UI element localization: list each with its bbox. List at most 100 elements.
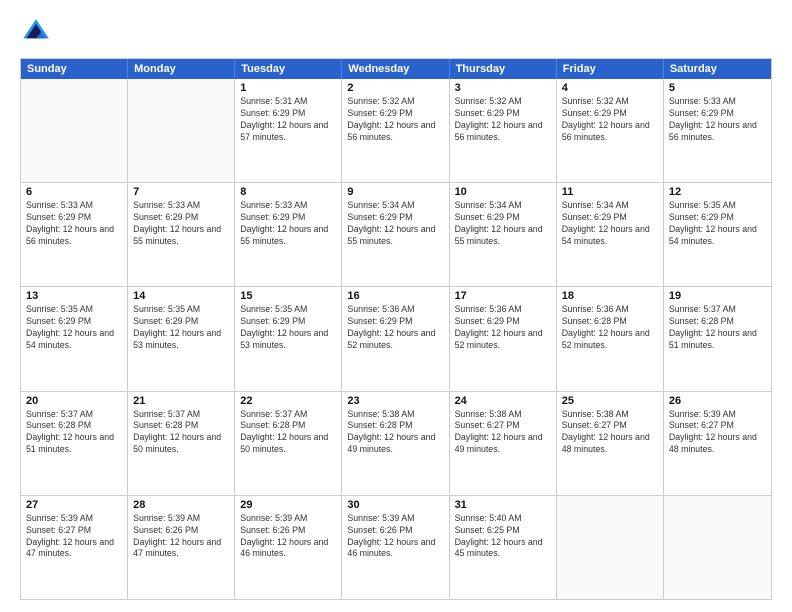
calendar-cell: 24 Sunrise: 5:38 AMSunset: 6:27 PMDayligh… xyxy=(450,392,557,495)
page: SundayMondayTuesdayWednesdayThursdayFrid… xyxy=(0,0,792,612)
cell-info: Sunrise: 5:37 AMSunset: 6:28 PMDaylight:… xyxy=(26,409,122,457)
cell-info: Sunrise: 5:32 AMSunset: 6:29 PMDaylight:… xyxy=(347,96,443,144)
day-number: 31 xyxy=(455,499,551,511)
calendar-cell: 17 Sunrise: 5:36 AMSunset: 6:29 PMDayligh… xyxy=(450,287,557,390)
cell-info: Sunrise: 5:33 AMSunset: 6:29 PMDaylight:… xyxy=(240,200,336,248)
cell-info: Sunrise: 5:31 AMSunset: 6:29 PMDaylight:… xyxy=(240,96,336,144)
day-number: 12 xyxy=(669,186,766,198)
calendar-cell: 10 Sunrise: 5:34 AMSunset: 6:29 PMDayligh… xyxy=(450,183,557,286)
day-number: 29 xyxy=(240,499,336,511)
cell-info: Sunrise: 5:36 AMSunset: 6:29 PMDaylight:… xyxy=(347,304,443,352)
cell-info: Sunrise: 5:34 AMSunset: 6:29 PMDaylight:… xyxy=(562,200,658,248)
header-day-monday: Monday xyxy=(128,59,235,79)
cell-info: Sunrise: 5:36 AMSunset: 6:29 PMDaylight:… xyxy=(455,304,551,352)
header-day-tuesday: Tuesday xyxy=(235,59,342,79)
calendar-cell: 4 Sunrise: 5:32 AMSunset: 6:29 PMDaylight… xyxy=(557,79,664,182)
calendar-cell: 27 Sunrise: 5:39 AMSunset: 6:27 PMDayligh… xyxy=(21,496,128,599)
cell-info: Sunrise: 5:37 AMSunset: 6:28 PMDaylight:… xyxy=(669,304,766,352)
calendar-cell: 22 Sunrise: 5:37 AMSunset: 6:28 PMDayligh… xyxy=(235,392,342,495)
cell-info: Sunrise: 5:39 AMSunset: 6:26 PMDaylight:… xyxy=(347,513,443,561)
day-number: 27 xyxy=(26,499,122,511)
calendar-cell: 29 Sunrise: 5:39 AMSunset: 6:26 PMDayligh… xyxy=(235,496,342,599)
day-number: 14 xyxy=(133,290,229,302)
cell-info: Sunrise: 5:37 AMSunset: 6:28 PMDaylight:… xyxy=(240,409,336,457)
day-number: 20 xyxy=(26,395,122,407)
calendar-cell: 13 Sunrise: 5:35 AMSunset: 6:29 PMDayligh… xyxy=(21,287,128,390)
day-number: 4 xyxy=(562,82,658,94)
calendar: SundayMondayTuesdayWednesdayThursdayFrid… xyxy=(20,58,772,600)
day-number: 24 xyxy=(455,395,551,407)
day-number: 18 xyxy=(562,290,658,302)
calendar-cell: 1 Sunrise: 5:31 AMSunset: 6:29 PMDaylight… xyxy=(235,79,342,182)
calendar-cell: 3Sunrise: 5:32 AMSunset: 6:29 PMDaylight… xyxy=(450,79,557,182)
calendar-cell xyxy=(21,79,128,182)
cell-info: Sunrise: 5:33 AMSunset: 6:29 PMDaylight:… xyxy=(133,200,229,248)
calendar-cell: 12 Sunrise: 5:35 AMSunset: 6:29 PMDayligh… xyxy=(664,183,771,286)
header-day-wednesday: Wednesday xyxy=(342,59,449,79)
calendar-row-3: 20 Sunrise: 5:37 AMSunset: 6:28 PMDayligh… xyxy=(21,391,771,495)
cell-info: Sunrise: 5:38 AMSunset: 6:28 PMDaylight:… xyxy=(347,409,443,457)
cell-info: Sunrise: 5:34 AMSunset: 6:29 PMDaylight:… xyxy=(347,200,443,248)
day-number: 1 xyxy=(240,82,336,94)
cell-info: Sunrise: 5:38 AMSunset: 6:27 PMDaylight:… xyxy=(455,409,551,457)
day-number: 23 xyxy=(347,395,443,407)
cell-info: Sunrise: 5:39 AMSunset: 6:26 PMDaylight:… xyxy=(240,513,336,561)
day-number: 21 xyxy=(133,395,229,407)
header xyxy=(20,16,772,48)
calendar-header: SundayMondayTuesdayWednesdayThursdayFrid… xyxy=(21,59,771,79)
calendar-cell: 30 Sunrise: 5:39 AMSunset: 6:26 PMDayligh… xyxy=(342,496,449,599)
cell-info: Sunrise: 5:33 AMSunset: 6:29 PMDaylight:… xyxy=(669,96,766,144)
calendar-cell xyxy=(128,79,235,182)
cell-info: Sunrise: 5:35 AMSunset: 6:29 PMDaylight:… xyxy=(133,304,229,352)
calendar-cell: 15Sunrise: 5:35 AMSunset: 6:29 PMDayligh… xyxy=(235,287,342,390)
calendar-cell: 8 Sunrise: 5:33 AMSunset: 6:29 PMDaylight… xyxy=(235,183,342,286)
calendar-row-1: 6 Sunrise: 5:33 AMSunset: 6:29 PMDaylight… xyxy=(21,182,771,286)
day-number: 11 xyxy=(562,186,658,198)
day-number: 25 xyxy=(562,395,658,407)
calendar-cell: 26Sunrise: 5:39 AMSunset: 6:27 PMDayligh… xyxy=(664,392,771,495)
calendar-cell: 16 Sunrise: 5:36 AMSunset: 6:29 PMDayligh… xyxy=(342,287,449,390)
calendar-cell xyxy=(664,496,771,599)
cell-info: Sunrise: 5:39 AMSunset: 6:26 PMDaylight:… xyxy=(133,513,229,561)
day-number: 3 xyxy=(455,82,551,94)
header-day-sunday: Sunday xyxy=(21,59,128,79)
calendar-cell: 25 Sunrise: 5:38 AMSunset: 6:27 PMDayligh… xyxy=(557,392,664,495)
day-number: 22 xyxy=(240,395,336,407)
cell-info: Sunrise: 5:39 AMSunset: 6:27 PMDaylight:… xyxy=(669,409,766,457)
calendar-cell: 11 Sunrise: 5:34 AMSunset: 6:29 PMDayligh… xyxy=(557,183,664,286)
calendar-cell: 31Sunrise: 5:40 AMSunset: 6:25 PMDayligh… xyxy=(450,496,557,599)
calendar-cell: 14 Sunrise: 5:35 AMSunset: 6:29 PMDayligh… xyxy=(128,287,235,390)
cell-info: Sunrise: 5:34 AMSunset: 6:29 PMDaylight:… xyxy=(455,200,551,248)
day-number: 7 xyxy=(133,186,229,198)
cell-info: Sunrise: 5:32 AMSunset: 6:29 PMDaylight:… xyxy=(562,96,658,144)
logo-icon xyxy=(20,16,52,48)
calendar-cell xyxy=(557,496,664,599)
calendar-cell: 19 Sunrise: 5:37 AMSunset: 6:28 PMDayligh… xyxy=(664,287,771,390)
day-number: 16 xyxy=(347,290,443,302)
calendar-cell: 6Sunrise: 5:33 AMSunset: 6:29 PMDaylight… xyxy=(21,183,128,286)
calendar-cell: 2 Sunrise: 5:32 AMSunset: 6:29 PMDaylight… xyxy=(342,79,449,182)
day-number: 13 xyxy=(26,290,122,302)
cell-info: Sunrise: 5:39 AMSunset: 6:27 PMDaylight:… xyxy=(26,513,122,561)
day-number: 2 xyxy=(347,82,443,94)
day-number: 28 xyxy=(133,499,229,511)
calendar-row-4: 27 Sunrise: 5:39 AMSunset: 6:27 PMDayligh… xyxy=(21,495,771,599)
cell-info: Sunrise: 5:36 AMSunset: 6:28 PMDaylight:… xyxy=(562,304,658,352)
cell-info: Sunrise: 5:38 AMSunset: 6:27 PMDaylight:… xyxy=(562,409,658,457)
calendar-row-2: 13 Sunrise: 5:35 AMSunset: 6:29 PMDayligh… xyxy=(21,286,771,390)
day-number: 17 xyxy=(455,290,551,302)
calendar-body: 1 Sunrise: 5:31 AMSunset: 6:29 PMDaylight… xyxy=(21,79,771,599)
cell-info: Sunrise: 5:35 AMSunset: 6:29 PMDaylight:… xyxy=(669,200,766,248)
day-number: 30 xyxy=(347,499,443,511)
day-number: 6 xyxy=(26,186,122,198)
logo xyxy=(20,16,56,48)
calendar-row-0: 1 Sunrise: 5:31 AMSunset: 6:29 PMDaylight… xyxy=(21,79,771,182)
day-number: 10 xyxy=(455,186,551,198)
cell-info: Sunrise: 5:35 AMSunset: 6:29 PMDaylight:… xyxy=(26,304,122,352)
day-number: 15 xyxy=(240,290,336,302)
header-day-saturday: Saturday xyxy=(664,59,771,79)
day-number: 19 xyxy=(669,290,766,302)
day-number: 8 xyxy=(240,186,336,198)
header-day-thursday: Thursday xyxy=(450,59,557,79)
calendar-cell: 28 Sunrise: 5:39 AMSunset: 6:26 PMDayligh… xyxy=(128,496,235,599)
